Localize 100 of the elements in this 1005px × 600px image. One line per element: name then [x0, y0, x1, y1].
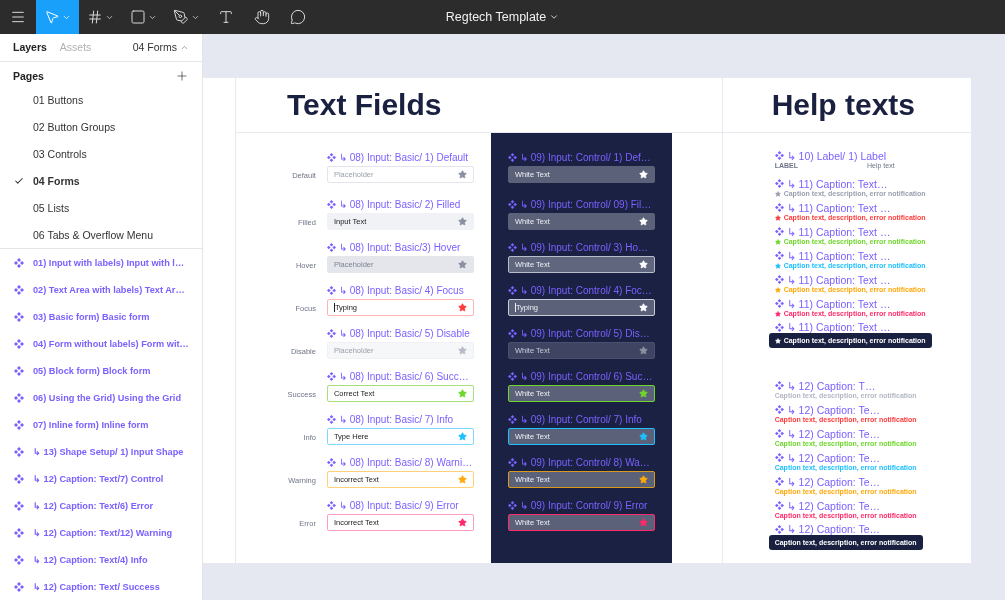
component-icon [774, 453, 784, 462]
layer-item[interactable]: 02) Text Area with labels) Text Ar… [33, 284, 185, 295]
star-icon [457, 518, 467, 527]
layer-item[interactable]: 06) Using the Grid) Using the Grid [33, 392, 182, 403]
star-icon [638, 170, 648, 179]
component-icon [507, 415, 517, 424]
component-title: ↳ 11) Caption: Text… [786, 177, 888, 190]
panel-tab[interactable]: Assets [59, 41, 92, 54]
star-icon [457, 432, 467, 441]
layer-item[interactable]: 04) Form without labels) Form wit… [33, 338, 189, 349]
component-title: ↳ 12) Caption: Te… [786, 475, 881, 488]
component-title: ↳ 08) Input: Basic/ 6) Succ… [338, 371, 469, 382]
component-icon [507, 200, 517, 209]
component-icon [14, 500, 24, 511]
star-icon [457, 170, 467, 179]
component-icon [774, 501, 784, 510]
section-heading: Help texts [771, 88, 916, 122]
layer-item[interactable]: ↳ 12) Caption: Text/ Success [33, 581, 160, 592]
star-icon [638, 303, 648, 312]
component-icon [14, 581, 24, 592]
component-icon [326, 243, 336, 252]
component-title: ↳ 09) Input: Control/ 9) Error [519, 500, 648, 511]
component-title: ↳ 09) Input: Control/ 09) Fil… [519, 199, 652, 210]
component-icon [774, 227, 784, 236]
component-icon [774, 151, 784, 160]
component-icon [774, 405, 784, 414]
component-title: ↳ 09) Input: Control/ 7) Info [519, 414, 642, 425]
star-icon [638, 389, 648, 398]
layer-item[interactable]: ↳ 12) Caption: Text/4) Info [33, 554, 148, 565]
component-title: ↳ 08) Input: Basic/ 5) Disable [338, 328, 470, 339]
component-title: ↳ 12) Caption: Te… [786, 451, 881, 464]
component-title: ↳ 12) Caption: T… [786, 379, 876, 392]
layer-item[interactable]: 05) Block form) Block form [33, 365, 151, 376]
component-icon [14, 338, 24, 349]
component-icon [14, 311, 24, 322]
star-icon [457, 260, 467, 269]
component-title: ↳ 11) Caption: Text … [786, 297, 891, 310]
component-icon [774, 524, 784, 534]
page-item[interactable]: 03 Controls [0, 140, 202, 167]
page-item[interactable]: 05 Lists [0, 194, 202, 221]
speech-bubble-icon [290, 9, 306, 25]
star-icon [457, 475, 467, 484]
component-title: ↳ 11) Caption: Text … [786, 321, 891, 333]
component-icon [774, 179, 784, 188]
component-icon [326, 329, 336, 338]
component-title: ↳ 12) Caption: Te… [786, 499, 881, 512]
panel-tab[interactable]: Layers [13, 41, 47, 54]
star-icon [638, 432, 648, 441]
menu-icon [10, 9, 26, 25]
component-title: ↳ 09) Input: Control/ 3) Ho… [519, 242, 648, 253]
layer-item[interactable]: ↳ 12) Caption: Text/12) Warning [33, 527, 173, 538]
component-icon [14, 473, 24, 484]
pointer-icon [44, 9, 60, 25]
component-icon [14, 527, 24, 538]
component-icon [774, 477, 784, 486]
component-icon [507, 329, 517, 338]
component-icon [507, 153, 517, 162]
layer-item[interactable]: 07) Inline form) Inline form [33, 419, 149, 430]
component-title: ↳ 11) Caption: Text … [786, 249, 891, 262]
component-title: ↳ 12) Caption: Te… [786, 403, 881, 416]
component-title: ↳ 09) Input: Control/ 1) Def… [519, 152, 651, 163]
hand-icon [254, 9, 270, 25]
layer-item[interactable]: 03) Basic form) Basic form [33, 311, 150, 322]
component-icon [14, 365, 24, 376]
page-item[interactable]: 02 Button Groups [0, 113, 202, 140]
component-icon [507, 501, 517, 510]
component-icon [326, 200, 336, 209]
page-item[interactable]: 01 Buttons [0, 86, 202, 113]
layer-item[interactable]: ↳ 13) Shape Setup/ 1) Input Shape [33, 446, 184, 457]
component-icon [326, 153, 336, 162]
page-dropdown[interactable]: 04 Forms [132, 41, 189, 54]
component-icon [14, 446, 24, 457]
layer-item[interactable]: ↳ 12) Caption: Text/6) Error [33, 500, 154, 511]
component-title: ↳ 12) Caption: Te… [786, 427, 881, 440]
component-title: ↳ 11) Caption: Text … [786, 201, 891, 214]
component-icon [774, 429, 784, 438]
component-title: ↳ 08) Input: Basic/ 9) Error [338, 500, 459, 511]
star-icon [638, 217, 648, 226]
layer-item[interactable]: 01) Input with labels) Input with l… [33, 257, 185, 268]
component-icon [326, 458, 336, 467]
layer-item[interactable]: ↳ 12) Caption: Text/7) Control [33, 473, 164, 484]
component-icon [774, 381, 784, 390]
star-icon [638, 518, 648, 527]
file-title[interactable]: Regtech Template [439, 9, 566, 25]
star-icon [638, 475, 648, 484]
caret-icon [549, 12, 560, 22]
component-icon [14, 284, 24, 295]
component-icon [326, 501, 336, 510]
page-item[interactable]: 06 Tabs & Overflow Menu [0, 221, 202, 248]
component-icon [507, 243, 517, 252]
component-icon [507, 458, 517, 467]
star-icon [457, 346, 467, 355]
component-icon [774, 322, 784, 332]
component-title: ↳ 08) Input: Basic/ 7) Info [338, 414, 454, 425]
star-icon [457, 389, 467, 398]
check-icon [14, 175, 24, 186]
component-title: ↳ 08) Input: Basic/ 4) Focus [338, 285, 464, 296]
component-icon [507, 372, 517, 381]
component-icon [774, 275, 784, 284]
star-icon [638, 346, 648, 355]
